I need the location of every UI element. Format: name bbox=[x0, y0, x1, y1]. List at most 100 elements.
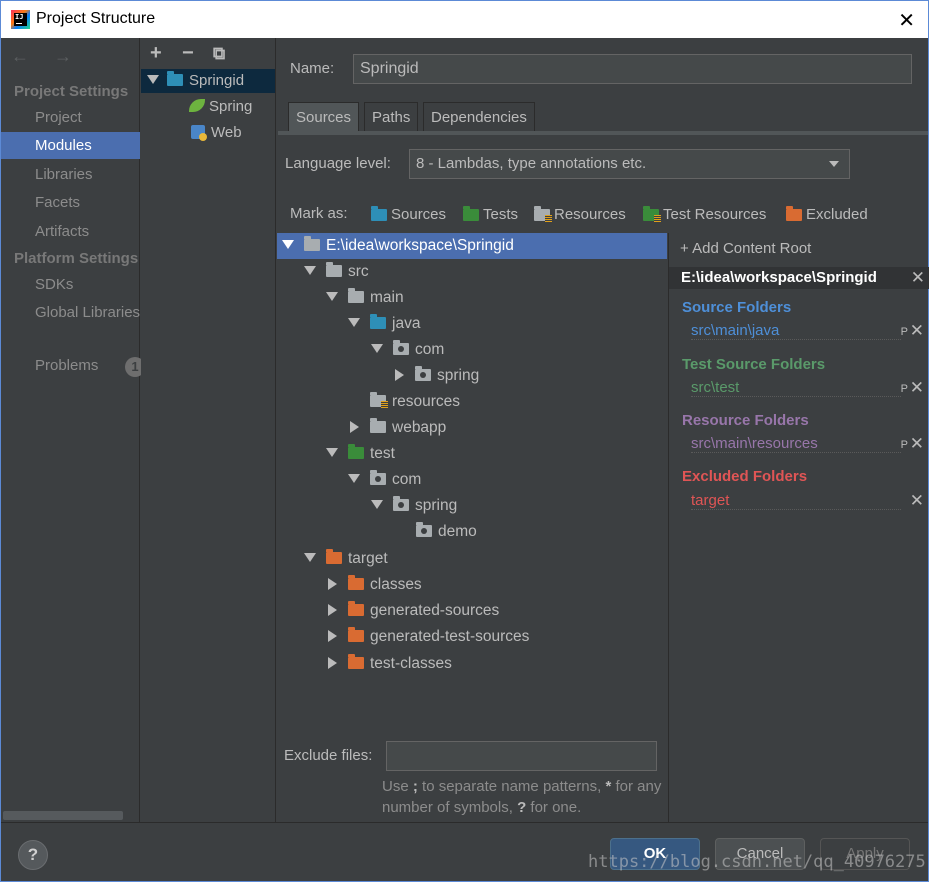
tree-node[interactable]: com bbox=[277, 467, 421, 493]
remove-module-button[interactable]: − bbox=[182, 42, 194, 65]
tree-node-label: test bbox=[370, 445, 395, 462]
tree-node[interactable]: classes bbox=[277, 572, 422, 598]
excluded-folder-icon bbox=[326, 549, 342, 564]
excluded-folder-icon bbox=[348, 627, 364, 642]
tree-node[interactable]: target bbox=[277, 546, 388, 572]
mark-excluded-button[interactable]: Excluded bbox=[786, 206, 868, 228]
mark-resources-button[interactable]: Resources bbox=[534, 206, 626, 228]
module-tree-item-springid[interactable]: Springid bbox=[141, 69, 275, 93]
excluded-folder-icon bbox=[348, 654, 364, 669]
mark-tests-label: Tests bbox=[483, 206, 519, 223]
nav-item-global-libraries[interactable]: Global Libraries bbox=[1, 299, 140, 326]
nav-item-facets[interactable]: Facets bbox=[1, 189, 140, 216]
module-editor: Name: Springid Sources Paths Dependencie… bbox=[277, 38, 929, 823]
tree-node[interactable]: java bbox=[277, 311, 420, 337]
expand-arrow-icon[interactable] bbox=[147, 75, 159, 84]
help-button[interactable]: ? bbox=[18, 840, 48, 870]
nav-item-artifacts[interactable]: Artifacts bbox=[1, 218, 140, 245]
collapse-arrow-icon[interactable] bbox=[350, 421, 359, 433]
package-prefix-icon[interactable]: P bbox=[901, 383, 908, 395]
facet-label: Spring bbox=[209, 98, 253, 115]
content-root-path: E:\idea\workspace\Springid bbox=[681, 269, 877, 286]
collapse-arrow-icon[interactable] bbox=[328, 657, 337, 669]
nav-horizontal-scrollbar[interactable] bbox=[3, 811, 123, 820]
module-tree-item-web-facet[interactable]: Web bbox=[191, 121, 242, 145]
tree-node-label: spring bbox=[415, 497, 458, 514]
folder-icon bbox=[304, 236, 320, 251]
exclude-files-hint: Use ; to separate name patterns, * for a… bbox=[382, 778, 662, 816]
remove-test-folder-icon[interactable]: ✕ bbox=[910, 378, 924, 398]
tab-dependencies[interactable]: Dependencies bbox=[423, 102, 535, 132]
module-name-input[interactable]: Springid bbox=[353, 54, 912, 84]
collapse-arrow-icon[interactable] bbox=[328, 578, 337, 590]
tree-node[interactable]: src bbox=[277, 259, 369, 285]
collapse-arrow-icon[interactable] bbox=[328, 604, 337, 616]
module-folder-icon bbox=[167, 71, 183, 86]
nav-section-platform-settings: Platform Settings bbox=[14, 250, 139, 267]
modules-panel: + − ⧉ Springid Spring Web bbox=[141, 38, 276, 822]
nav-item-sdks[interactable]: SDKs bbox=[1, 271, 140, 298]
package-prefix-icon[interactable]: P bbox=[901, 326, 908, 338]
mark-sources-button[interactable]: Sources bbox=[371, 206, 446, 228]
tree-node[interactable]: generated-sources bbox=[277, 598, 499, 624]
remove-excluded-folder-icon[interactable]: ✕ bbox=[910, 491, 924, 511]
collapse-arrow-icon[interactable] bbox=[328, 630, 337, 642]
expand-arrow-icon[interactable] bbox=[371, 344, 383, 353]
nav-section-project-settings: Project Settings bbox=[14, 83, 129, 100]
nav-item-problems[interactable]: Problems bbox=[1, 352, 140, 379]
add-module-button[interactable]: + bbox=[150, 42, 162, 65]
tab-underline bbox=[278, 131, 928, 135]
back-forward-arrows-icon[interactable]: ← → bbox=[11, 46, 82, 67]
language-level-select[interactable]: 8 - Lambdas, type annotations etc. bbox=[409, 149, 850, 179]
mark-test-resources-label: Test Resources bbox=[663, 206, 767, 223]
chevron-down-icon bbox=[829, 161, 839, 167]
tree-node-label: com bbox=[392, 471, 422, 488]
tree-node[interactable]: test bbox=[277, 441, 395, 467]
copy-module-button[interactable]: ⧉ bbox=[213, 44, 225, 64]
tab-paths[interactable]: Paths bbox=[364, 102, 419, 132]
intellij-app-icon: IJ bbox=[11, 10, 30, 29]
language-level-value: 8 - Lambdas, type annotations etc. bbox=[416, 155, 647, 172]
expand-arrow-icon[interactable] bbox=[326, 448, 338, 457]
tab-sources[interactable]: Sources bbox=[288, 102, 360, 132]
tree-node[interactable]: spring bbox=[277, 363, 479, 389]
package-prefix-icon[interactable]: P bbox=[901, 439, 908, 451]
remove-source-folder-icon[interactable]: ✕ bbox=[910, 321, 924, 341]
mark-tests-button[interactable]: Tests bbox=[463, 206, 518, 228]
exclude-files-input[interactable] bbox=[386, 741, 657, 771]
test-source-folder-path: src\test bbox=[691, 379, 901, 397]
tree-node[interactable]: demo bbox=[277, 519, 477, 545]
excluded-folder-icon bbox=[348, 575, 364, 590]
nav-item-libraries[interactable]: Libraries bbox=[1, 161, 140, 188]
collapse-arrow-icon[interactable] bbox=[395, 369, 404, 381]
tree-node[interactable]: main bbox=[277, 285, 404, 311]
resource-folders-title: Resource Folders bbox=[682, 412, 809, 429]
excluded-folder-path: target bbox=[691, 492, 901, 510]
expand-arrow-icon[interactable] bbox=[282, 240, 294, 249]
expand-arrow-icon[interactable] bbox=[348, 318, 360, 327]
tree-node[interactable]: generated-test-sources bbox=[277, 624, 529, 650]
tree-node[interactable]: E:\idea\workspace\Springid bbox=[277, 233, 667, 259]
window-close-icon[interactable]: ✕ bbox=[898, 8, 915, 32]
remove-resource-folder-icon[interactable]: ✕ bbox=[910, 434, 924, 454]
module-tree-item-spring-facet[interactable]: Spring bbox=[189, 95, 252, 119]
expand-arrow-icon[interactable] bbox=[326, 292, 338, 301]
folder-icon bbox=[348, 288, 364, 303]
tree-node-label: src bbox=[348, 263, 369, 280]
tree-node[interactable]: spring bbox=[277, 493, 457, 519]
expand-arrow-icon[interactable] bbox=[371, 500, 383, 509]
tree-node[interactable]: test-classes bbox=[277, 651, 452, 677]
expand-arrow-icon[interactable] bbox=[348, 474, 360, 483]
expand-arrow-icon[interactable] bbox=[304, 266, 316, 275]
nav-item-modules[interactable]: Modules bbox=[1, 132, 140, 159]
remove-content-root-icon[interactable]: ✕ bbox=[911, 267, 925, 289]
test-folder-icon bbox=[348, 444, 364, 459]
tree-node[interactable]: resources bbox=[277, 389, 460, 415]
tree-node[interactable]: com bbox=[277, 337, 444, 363]
mark-test-resources-button[interactable]: Test Resources bbox=[643, 206, 766, 228]
expand-arrow-icon[interactable] bbox=[304, 553, 316, 562]
content-root-tree[interactable]: E:\idea\workspace\Springid src main java… bbox=[277, 233, 667, 718]
add-content-root-button[interactable]: + Add Content Root bbox=[680, 240, 811, 257]
tree-node[interactable]: webapp bbox=[277, 415, 446, 441]
nav-item-project[interactable]: Project bbox=[1, 104, 140, 131]
